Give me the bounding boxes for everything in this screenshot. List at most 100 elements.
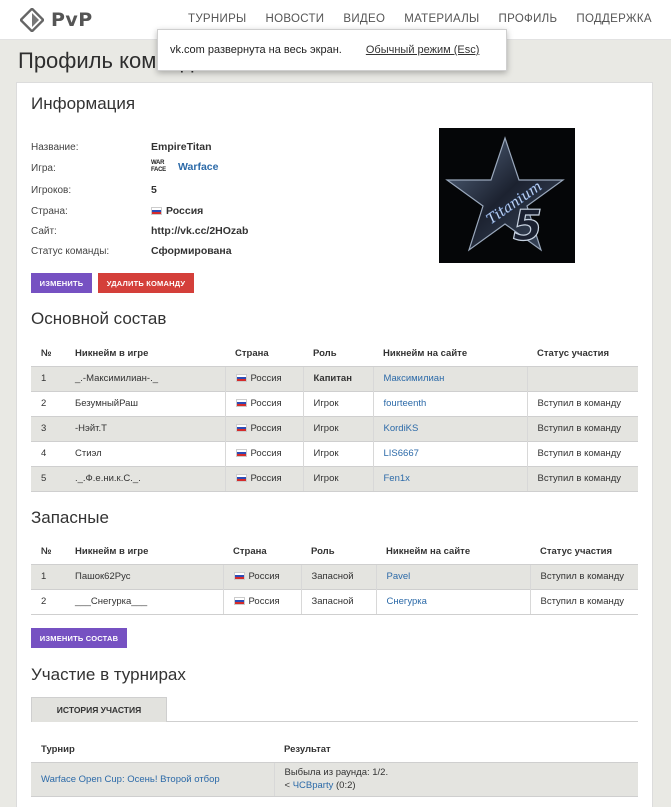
cell-site-nick[interactable]: Fen1x — [372, 465, 527, 492]
table-row: 2 БезумныйРаш Россия Игрок fourteenth Вс… — [31, 390, 638, 416]
country-name: Россия — [250, 473, 282, 484]
cell-site-nick[interactable]: Максимилиан — [372, 365, 527, 391]
country-name: Россия — [248, 596, 280, 607]
cell-role: Игрок — [302, 390, 373, 416]
country-name: Россия — [250, 373, 282, 384]
nav-news[interactable]: НОВОСТИ — [266, 13, 325, 25]
col-role: Роль — [311, 545, 335, 557]
exit-fullscreen-link[interactable]: Обычный режим (Esc) — [366, 44, 480, 56]
cell-game-nick: ___Снегурка___ — [65, 588, 223, 615]
cell-number: 4 — [31, 440, 65, 466]
info-label-name: Название: — [31, 142, 79, 153]
cell-country: Россия — [224, 465, 303, 492]
nav-video[interactable]: ВИДЕО — [343, 13, 385, 25]
col-tournament: Турнир — [41, 743, 75, 755]
table-row: Warface Open Cup: Осень! Второй отбор Вы… — [31, 761, 638, 797]
info-label-game: Игра: — [31, 163, 56, 174]
cell-status: Вступил в команду — [526, 440, 638, 466]
tab-history[interactable]: ИСТОРИЯ УЧАСТИЯ — [31, 697, 167, 722]
cell-country: Россия — [222, 588, 301, 615]
tournaments-table: Турнир Результат Warface Open Cup: Осень… — [31, 737, 638, 797]
reserve-heading: Запасные — [31, 508, 109, 527]
cell-status — [526, 365, 638, 391]
country-name: Россия — [248, 571, 280, 582]
table-row: 4 Стиэл Россия Игрок LIS6667 Вступил в к… — [31, 440, 638, 466]
cell-game-nick: Стиэл — [65, 440, 225, 466]
col-number: № — [41, 545, 52, 557]
cell-country: Россия — [224, 415, 303, 441]
fullscreen-notice: vk.com развернута на весь экран. Обычный… — [157, 29, 507, 71]
col-status: Статус участия — [540, 545, 613, 557]
star-emblem-icon: Titanium 5 — [445, 136, 565, 252]
info-value-site[interactable]: http://vk.cc/2HOzab — [151, 225, 248, 237]
cell-site-nick[interactable]: Снегурка — [375, 588, 530, 615]
russia-flag-icon — [235, 474, 247, 483]
cell-result: Выбыла из раунда: 1/2. < ЧСВparty (0:2) — [273, 761, 638, 797]
russia-flag-icon — [235, 449, 247, 458]
table-row: 5 ._.Ф.е.ни.к.С._. Россия Игрок Fen1x Вс… — [31, 465, 638, 492]
result-prefix: < — [284, 780, 291, 791]
cell-status: Вступил в команду — [526, 390, 638, 416]
cell-role: Запасной — [300, 588, 376, 615]
cell-site-nick[interactable]: KordiKS — [372, 415, 527, 441]
col-country: Страна — [233, 545, 267, 557]
cell-site-nick[interactable]: LIS6667 — [372, 440, 527, 466]
info-value-country: Россия — [151, 205, 203, 217]
cell-game-nick: Пашок62Рус — [65, 563, 223, 589]
cell-number: 1 — [31, 563, 65, 589]
edit-roster-button[interactable]: ИЗМЕНИТЬ СОСТАВ — [31, 628, 127, 648]
info-value-game[interactable]: WAR FACE Warface — [151, 160, 218, 174]
info-label-status: Статус команды: — [31, 246, 110, 257]
cell-number: 5 — [31, 465, 65, 492]
nav-support[interactable]: ПОДДЕРЖКА — [576, 13, 651, 25]
info-value-name: EmpireTitan — [151, 141, 212, 153]
info-label-country: Страна: — [31, 206, 68, 217]
opponent-link[interactable]: ЧСВparty — [293, 780, 334, 791]
cell-status: Вступил в команду — [529, 588, 638, 615]
table-row: 3 -Нэйт.Т Россия Игрок KordiKS Вступил в… — [31, 415, 638, 441]
cell-tournament[interactable]: Warface Open Cup: Осень! Второй отбор — [31, 761, 274, 797]
cell-number: 1 — [31, 365, 65, 391]
delete-team-button[interactable]: УДАЛИТЬ КОМАНДУ — [98, 273, 194, 293]
main-roster-heading: Основной состав — [31, 309, 167, 328]
russia-flag-icon — [235, 399, 247, 408]
reserve-table: № Никнейм в игре Страна Роль Никнейм на … — [31, 539, 638, 615]
nav-materials[interactable]: МАТЕРИАЛЫ — [404, 13, 479, 25]
diamond-logo-icon — [20, 8, 44, 32]
cell-number: 3 — [31, 415, 65, 441]
russia-flag-icon — [233, 597, 245, 606]
main-nav: ТУРНИРЫ НОВОСТИ ВИДЕО МАТЕРИАЛЫ ПРОФИЛЬ … — [188, 13, 652, 25]
edit-team-button[interactable]: ИЗМЕНИТЬ — [31, 273, 92, 293]
info-value-status: Сформирована — [151, 245, 232, 257]
cell-country: Россия — [222, 563, 301, 589]
cell-number: 2 — [31, 588, 65, 615]
table-row: 1 _.-Максимилиан-._ Россия Капитан Макси… — [31, 365, 638, 391]
cell-status: Вступил в команду — [526, 415, 638, 441]
nav-tournaments[interactable]: ТУРНИРЫ — [188, 13, 247, 25]
cell-site-nick[interactable]: fourteenth — [372, 390, 527, 416]
russia-flag-icon — [235, 424, 247, 433]
nav-profile[interactable]: ПРОФИЛЬ — [499, 13, 558, 25]
cell-role: Игрок — [302, 465, 373, 492]
col-game-nick: Никнейм в игре — [75, 545, 149, 557]
main-roster-table: № Никнейм в игре Страна Роль Никнейм на … — [31, 341, 638, 492]
cell-site-nick[interactable]: Pavel — [375, 563, 530, 589]
country-name: Россия — [250, 448, 282, 459]
game-link[interactable]: Warface — [178, 161, 218, 173]
tournament-tabs: ИСТОРИЯ УЧАСТИЯ — [31, 697, 638, 722]
country-name: Россия — [250, 398, 282, 409]
info-value-players: 5 — [151, 184, 157, 196]
cell-role: Капитан — [302, 365, 373, 391]
site-logo[interactable]: PvP — [20, 8, 93, 32]
russia-flag-icon — [235, 374, 247, 383]
cell-role: Игрок — [302, 440, 373, 466]
cell-country: Россия — [224, 365, 303, 391]
tournaments-heading: Участие в турнирах — [31, 665, 186, 684]
russia-flag-icon — [233, 572, 245, 581]
result-score: (0:2) — [336, 780, 356, 791]
info-heading: Информация — [31, 94, 136, 113]
cell-number: 2 — [31, 390, 65, 416]
col-site-nick: Никнейм на сайте — [386, 545, 471, 557]
table-row: 1 Пашок62Рус Россия Запасной Pavel Вступ… — [31, 563, 638, 589]
col-country: Страна — [235, 347, 269, 359]
